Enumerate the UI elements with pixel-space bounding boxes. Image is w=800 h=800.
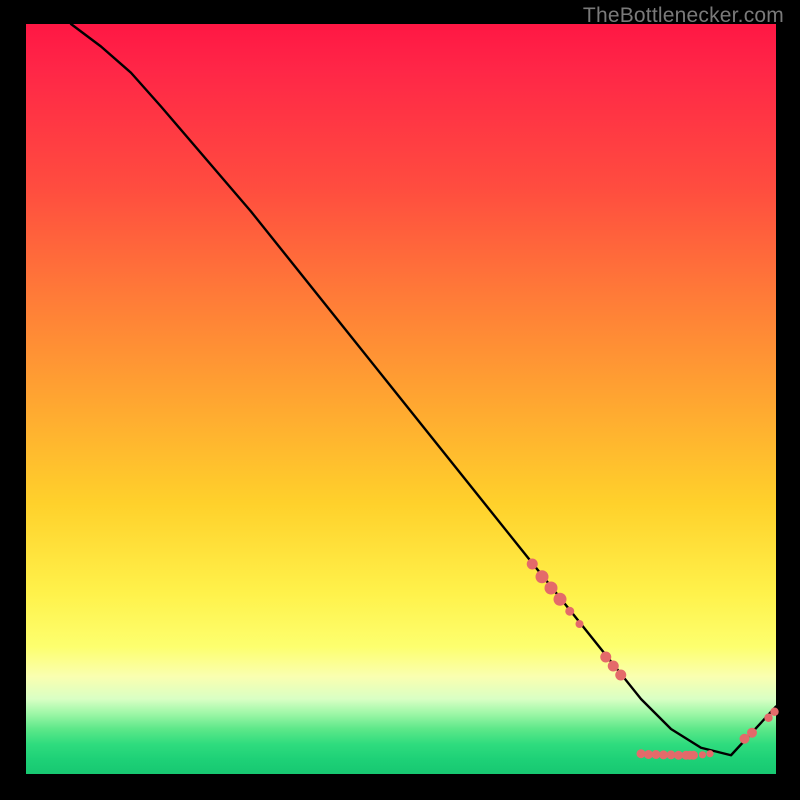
data-point (600, 652, 611, 663)
data-point (747, 728, 757, 738)
chart-stage: TheBottlenecker.com (0, 0, 800, 800)
curve-line (71, 24, 776, 755)
data-point (545, 582, 558, 595)
data-point (576, 620, 584, 628)
data-point (536, 570, 549, 583)
chart-plot-area (26, 24, 776, 774)
data-point (770, 708, 778, 716)
data-point (615, 670, 626, 681)
chart-svg (26, 24, 776, 774)
data-point (706, 750, 713, 757)
data-point (565, 607, 574, 616)
data-point (527, 559, 538, 570)
attribution-label: TheBottlenecker.com (583, 4, 784, 28)
data-point (699, 751, 706, 758)
data-point (608, 661, 619, 672)
data-point (554, 593, 567, 606)
data-point (685, 751, 694, 760)
data-point (764, 714, 772, 722)
